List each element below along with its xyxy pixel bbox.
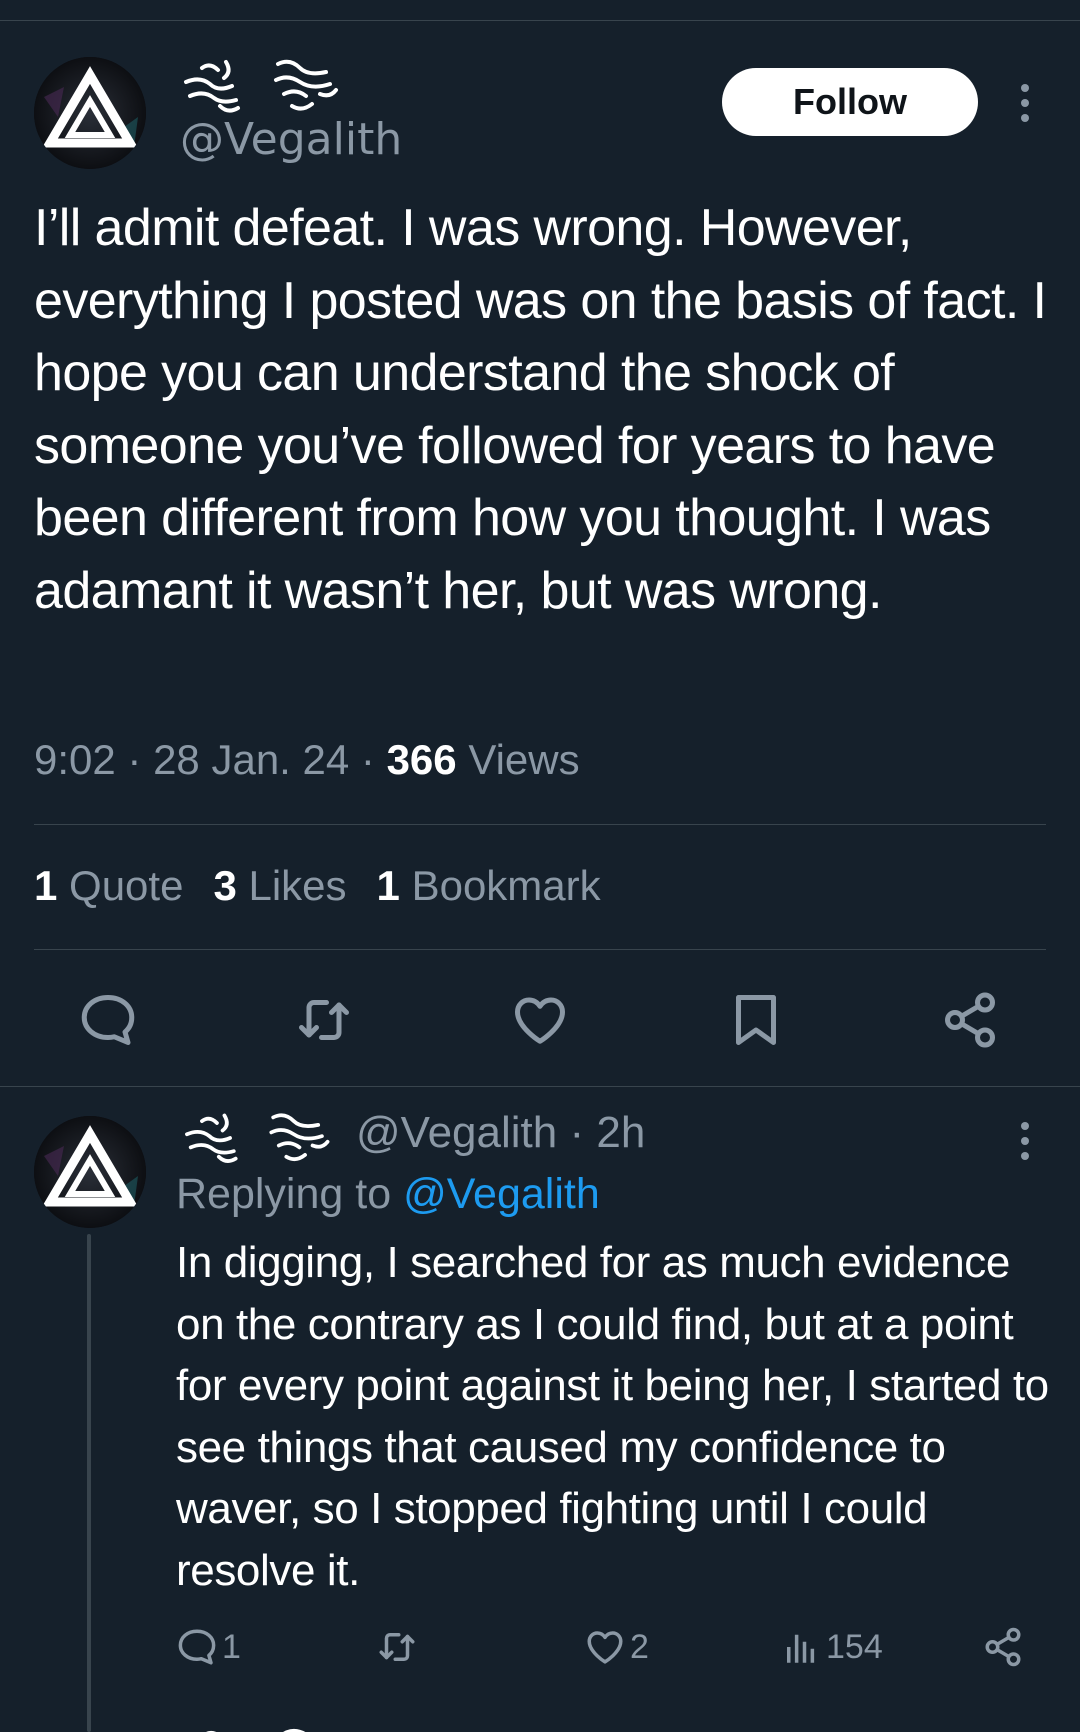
quotes-stat[interactable]: 1 Quote xyxy=(34,862,183,909)
likes-stat[interactable]: 3 Likes xyxy=(213,862,346,909)
engagement-stats: 1 Quote 3 Likes 1 Bookmark xyxy=(34,862,631,910)
reply-display-name-glyphs[interactable] xyxy=(176,1108,346,1172)
tweet-time: 9:02 xyxy=(34,736,116,783)
analytics-icon xyxy=(787,1634,815,1663)
avatar[interactable] xyxy=(34,57,146,169)
display-name-glyphs[interactable] xyxy=(180,54,350,118)
mention-link[interactable]: @Vegalith xyxy=(403,1170,600,1218)
reply-avatar[interactable] xyxy=(34,1116,146,1228)
views-label[interactable]: Views xyxy=(468,736,579,783)
reply-age[interactable]: 2h xyxy=(596,1108,645,1157)
follow-button[interactable]: Follow xyxy=(722,68,978,136)
replying-to: Replying to @Vegalith xyxy=(176,1170,600,1218)
tweet-text: I’ll admit defeat. I was wrong. However,… xyxy=(34,199,1047,620)
like-button[interactable]: 2 xyxy=(584,1622,649,1672)
retweet-icon xyxy=(379,1633,415,1661)
retweet-icon[interactable] xyxy=(294,990,354,1050)
reply-handle[interactable]: @Vegalith xyxy=(356,1108,557,1157)
share-icon[interactable] xyxy=(940,990,1000,1050)
retweet-button[interactable] xyxy=(376,1622,422,1672)
more-options-icon[interactable] xyxy=(1010,1118,1040,1164)
reply-icon[interactable] xyxy=(78,990,138,1050)
divider xyxy=(34,824,1046,825)
triangle-logo-icon xyxy=(34,1116,146,1228)
reply-handle-time[interactable]: @Vegalith · 2h xyxy=(356,1108,645,1158)
views-button[interactable]: 154 xyxy=(780,1622,883,1672)
reply-icon xyxy=(178,1629,216,1665)
bookmark-icon[interactable] xyxy=(726,990,786,1050)
views-count: 154 xyxy=(826,1627,883,1666)
like-icon[interactable] xyxy=(510,990,570,1050)
share-icon xyxy=(985,1627,1021,1667)
share-button[interactable] xyxy=(982,1622,1028,1672)
next-tweet-peek xyxy=(180,1718,580,1732)
reply-button[interactable]: 1 xyxy=(176,1622,241,1672)
tweet-action-bar xyxy=(0,980,1080,1060)
reply-text: In digging, I searched for as much evide… xyxy=(176,1238,1049,1595)
views-count: 366 xyxy=(386,736,457,783)
divider xyxy=(34,949,1046,950)
tweet-date: 28 Jan. 24 xyxy=(153,736,350,783)
top-divider xyxy=(0,20,1080,21)
divider xyxy=(0,1086,1080,1087)
bookmarks-stat[interactable]: 1 Bookmark xyxy=(377,862,601,909)
decorative-name-icon xyxy=(185,1113,330,1163)
thread-line xyxy=(87,1234,91,1732)
reply-action-bar: 1 2 154 xyxy=(176,1622,1056,1672)
tweet-metadata: 9:02 · 28 Jan. 24 · 366 Views xyxy=(34,736,580,783)
more-options-icon[interactable] xyxy=(1010,78,1040,128)
decorative-name-icon xyxy=(184,59,338,113)
user-handle[interactable]: @Vegalith xyxy=(180,114,402,165)
like-count: 2 xyxy=(630,1627,649,1666)
like-icon xyxy=(587,1631,623,1664)
triangle-logo-icon xyxy=(34,57,146,169)
reply-count: 1 xyxy=(222,1627,241,1666)
